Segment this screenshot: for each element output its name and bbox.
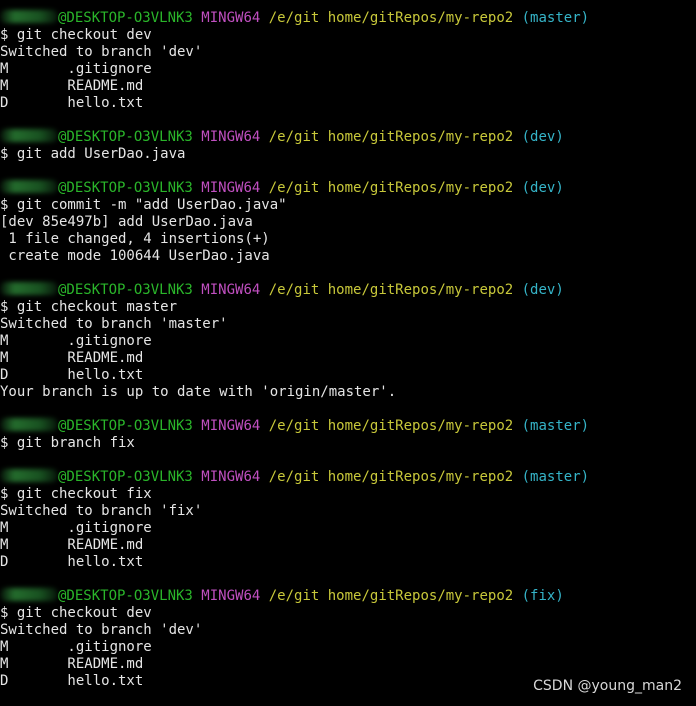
command-line: $ git add UserDao.java: [0, 146, 186, 162]
redacted-username: [0, 129, 58, 145]
prompt-system: MINGW64: [201, 418, 261, 434]
prompt-line: @DESKTOP-O3VLNK3 MINGW64 /e/git home/git…: [0, 10, 696, 27]
prompt-host: @DESKTOP-O3VLNK3: [58, 180, 193, 196]
username-blur: [0, 180, 58, 193]
output-line: M .gitignore: [0, 61, 152, 77]
prompt-line: @DESKTOP-O3VLNK3 MINGW64 /e/git home/git…: [0, 129, 696, 146]
prompt-line: @DESKTOP-O3VLNK3 MINGW64 /e/git home/git…: [0, 282, 696, 299]
output-line: M README.md: [0, 78, 144, 94]
prompt-system: MINGW64: [201, 10, 261, 26]
prompt-branch: (dev): [521, 180, 564, 196]
prompt-branch: (master): [521, 418, 590, 434]
username-blur: [0, 469, 58, 482]
redacted-username: [0, 10, 58, 26]
command-line: $ git checkout fix: [0, 486, 152, 502]
output-line: M .gitignore: [0, 333, 152, 349]
prompt-path: /e/git home/gitRepos/my-repo2: [268, 282, 514, 298]
username-blur: [0, 418, 58, 431]
output-line: Switched to branch 'dev': [0, 44, 203, 60]
redacted-username: [0, 180, 58, 196]
output-line: D hello.txt: [0, 554, 144, 570]
command-line: $ git commit -m "add UserDao.java": [0, 197, 287, 213]
redacted-username: [0, 418, 58, 434]
terminal-output[interactable]: @DESKTOP-O3VLNK3 MINGW64 /e/git home/git…: [0, 10, 696, 690]
prompt-host: @DESKTOP-O3VLNK3: [58, 10, 193, 26]
prompt-line: @DESKTOP-O3VLNK3 MINGW64 /e/git home/git…: [0, 180, 696, 197]
prompt-host: @DESKTOP-O3VLNK3: [58, 418, 193, 434]
prompt-host: @DESKTOP-O3VLNK3: [58, 588, 193, 604]
prompt-host: @DESKTOP-O3VLNK3: [58, 282, 193, 298]
output-line: D hello.txt: [0, 95, 144, 111]
prompt-branch: (master): [521, 10, 590, 26]
username-blur: [0, 282, 58, 295]
prompt-branch: (dev): [521, 129, 564, 145]
output-line: Switched to branch 'master': [0, 316, 228, 332]
output-line: create mode 100644 UserDao.java: [0, 248, 270, 264]
output-line: D hello.txt: [0, 367, 144, 383]
prompt-branch: (dev): [521, 282, 564, 298]
command-line: $ git checkout dev: [0, 27, 152, 43]
prompt-system: MINGW64: [201, 282, 261, 298]
output-line: Your branch is up to date with 'origin/m…: [0, 384, 397, 400]
prompt-host: @DESKTOP-O3VLNK3: [58, 469, 193, 485]
output-line: Switched to branch 'dev': [0, 622, 203, 638]
prompt-branch: (master): [521, 469, 590, 485]
prompt-system: MINGW64: [201, 588, 261, 604]
terminal-window: { "colors": { "background": "#000000", "…: [0, 0, 696, 706]
output-line: M README.md: [0, 656, 144, 672]
command-line: $ git checkout dev: [0, 605, 152, 621]
prompt-path: /e/git home/gitRepos/my-repo2: [268, 10, 514, 26]
output-line: M .gitignore: [0, 639, 152, 655]
redacted-username: [0, 282, 58, 298]
username-blur: [0, 129, 58, 142]
output-line: 1 file changed, 4 insertions(+): [0, 231, 270, 247]
prompt-path: /e/git home/gitRepos/my-repo2: [268, 469, 514, 485]
prompt-branch: (fix): [521, 588, 564, 604]
output-line: M README.md: [0, 537, 144, 553]
redacted-username: [0, 469, 58, 485]
command-line: $ git branch fix: [0, 435, 135, 451]
username-blur: [0, 10, 58, 23]
prompt-line: @DESKTOP-O3VLNK3 MINGW64 /e/git home/git…: [0, 418, 696, 435]
prompt-path: /e/git home/gitRepos/my-repo2: [268, 129, 514, 145]
username-blur: [0, 588, 58, 601]
redacted-username: [0, 588, 58, 604]
output-line: M README.md: [0, 350, 144, 366]
output-line: Switched to branch 'fix': [0, 503, 203, 519]
prompt-system: MINGW64: [201, 469, 261, 485]
prompt-system: MINGW64: [201, 180, 261, 196]
prompt-path: /e/git home/gitRepos/my-repo2: [268, 588, 514, 604]
prompt-system: MINGW64: [201, 129, 261, 145]
command-line: $ git checkout master: [0, 299, 178, 315]
prompt-host: @DESKTOP-O3VLNK3: [58, 129, 193, 145]
prompt-line: @DESKTOP-O3VLNK3 MINGW64 /e/git home/git…: [0, 588, 696, 605]
output-line: [dev 85e497b] add UserDao.java: [0, 214, 253, 230]
output-line: M .gitignore: [0, 520, 152, 536]
prompt-path: /e/git home/gitRepos/my-repo2: [268, 418, 514, 434]
prompt-path: /e/git home/gitRepos/my-repo2: [268, 180, 514, 196]
csdn-watermark: CSDN @young_man2: [533, 678, 682, 694]
prompt-line: @DESKTOP-O3VLNK3 MINGW64 /e/git home/git…: [0, 469, 696, 486]
